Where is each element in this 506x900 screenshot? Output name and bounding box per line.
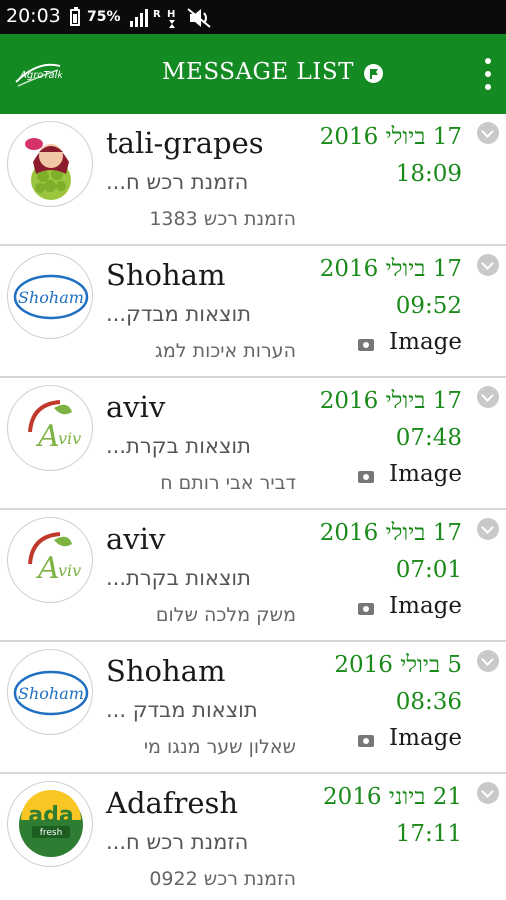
chevron-down-icon[interactable] (477, 386, 499, 408)
message-subject: תוצאות בקרת... (106, 566, 251, 590)
svg-text:A: A (35, 419, 60, 454)
message-time: 09:52 (395, 293, 462, 319)
flag-icon[interactable] (364, 64, 383, 83)
message-item[interactable]: ada fresh Adafresh הזמנת רכש ח... הזמנת … (0, 774, 506, 900)
message-date: 21 ביוני 2016 (323, 784, 462, 810)
svg-text:AgroTalk: AgroTalk (19, 70, 62, 81)
tali-grapes-avatar-icon (7, 121, 93, 207)
message-date: 17 ביולי 2016 (319, 256, 462, 282)
message-date: 17 ביולי 2016 (319, 520, 462, 546)
battery-percent: 75% (87, 9, 121, 25)
sender-name: Shoham (106, 654, 226, 688)
message-subject: תוצאות מבדק... (106, 302, 252, 326)
message-subject: הזמנת רכש ח... (106, 830, 249, 854)
message-item[interactable]: A viv aviv תוצאות בקרת... דביר אבי רותם … (0, 378, 506, 510)
message-time: 08:36 (395, 689, 462, 715)
chevron-down-icon[interactable] (477, 650, 499, 672)
sender-name: tali-grapes (106, 126, 264, 160)
data-icon: RH (153, 9, 175, 28)
message-item[interactable]: Shoham Shoham תוצאות מבדק... הערות איכות… (0, 246, 506, 378)
message-preview: הזמנת רכש 0922 (149, 868, 296, 890)
message-subject: הזמנת רכש ח... (106, 170, 249, 194)
sender-name: aviv (106, 522, 166, 556)
chevron-down-icon[interactable] (477, 122, 499, 144)
sender-name: Adafresh (106, 786, 239, 820)
message-item[interactable]: A viv aviv תוצאות בקרת... משק מלכה שלום … (0, 510, 506, 642)
message-date: 17 ביולי 2016 (319, 388, 462, 414)
message-preview: דביר אבי רותם ח (160, 472, 296, 494)
message-date: 17 ביולי 2016 (319, 124, 462, 150)
sender-name: aviv (106, 390, 166, 424)
chevron-down-icon[interactable] (477, 254, 499, 276)
camera-icon (358, 603, 374, 615)
battery-icon (70, 7, 80, 26)
app-bar: AgroTalk MESSAGE LIST (0, 34, 506, 114)
attachment-label: Image (389, 593, 462, 619)
overflow-menu-icon[interactable] (478, 56, 498, 92)
message-preview: שאלון שער מנגו מי (143, 736, 296, 758)
message-time: 07:48 (395, 425, 462, 451)
attachment-label: Image (389, 461, 462, 487)
status-bar: 20:03 75% RH (0, 0, 506, 34)
status-time: 20:03 (6, 5, 61, 27)
message-time: 07:01 (395, 557, 462, 583)
message-preview: הערות איכות למג (155, 340, 296, 362)
message-preview: הזמנת רכש 1383 (149, 208, 296, 230)
attachment-label: Image (389, 329, 462, 355)
message-time: 17:11 (395, 821, 462, 847)
message-date: 5 ביולי 2016 (334, 652, 462, 678)
chevron-down-icon[interactable] (477, 518, 499, 540)
message-subject: תוצאות בקרת... (106, 434, 251, 458)
page-title: MESSAGE LIST (162, 59, 354, 85)
message-subject: תוצאות מבדק ... (106, 698, 258, 722)
svg-text:fresh: fresh (40, 828, 63, 838)
shoham-logo-icon: Shoham (7, 649, 93, 735)
svg-text:ada: ada (28, 803, 73, 828)
chevron-down-icon[interactable] (477, 782, 499, 804)
svg-text:Shoham: Shoham (18, 684, 84, 703)
message-item[interactable]: Shoham Shoham תוצאות מבדק ... שאלון שער … (0, 642, 506, 774)
adafresh-logo-icon: ada fresh (7, 781, 93, 867)
mute-icon (187, 8, 211, 28)
camera-icon (358, 471, 374, 483)
svg-text:viv: viv (58, 429, 81, 448)
message-list: tali-grapes הזמנת רכש ח... הזמנת רכש 138… (0, 114, 506, 900)
message-time: 18:09 (395, 161, 462, 187)
aviv-logo-icon: A viv (7, 385, 93, 471)
attachment-label: Image (389, 725, 462, 751)
aviv-logo-icon: A viv (7, 517, 93, 603)
signal-icon (130, 9, 148, 27)
camera-icon (358, 735, 374, 747)
message-preview: משק מלכה שלום (155, 604, 296, 626)
message-item[interactable]: tali-grapes הזמנת רכש ח... הזמנת רכש 138… (0, 114, 506, 246)
svg-text:Shoham: Shoham (18, 288, 84, 307)
svg-text:A: A (35, 551, 60, 586)
shoham-logo-icon: Shoham (7, 253, 93, 339)
svg-text:H: H (167, 9, 175, 20)
svg-text:viv: viv (58, 561, 81, 580)
camera-icon (358, 339, 374, 351)
status-icons: RH (130, 8, 211, 28)
svg-text:R: R (153, 9, 161, 20)
agrotalk-logo[interactable]: AgroTalk (14, 56, 62, 90)
sender-name: Shoham (106, 258, 226, 292)
